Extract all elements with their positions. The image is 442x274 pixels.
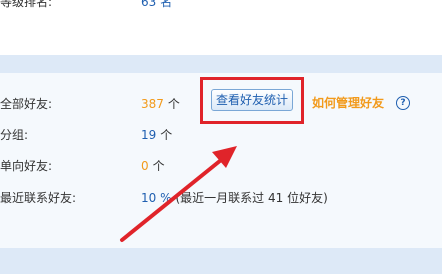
annotation-arrow-icon — [120, 146, 237, 242]
arrow-shaft — [120, 154, 228, 242]
